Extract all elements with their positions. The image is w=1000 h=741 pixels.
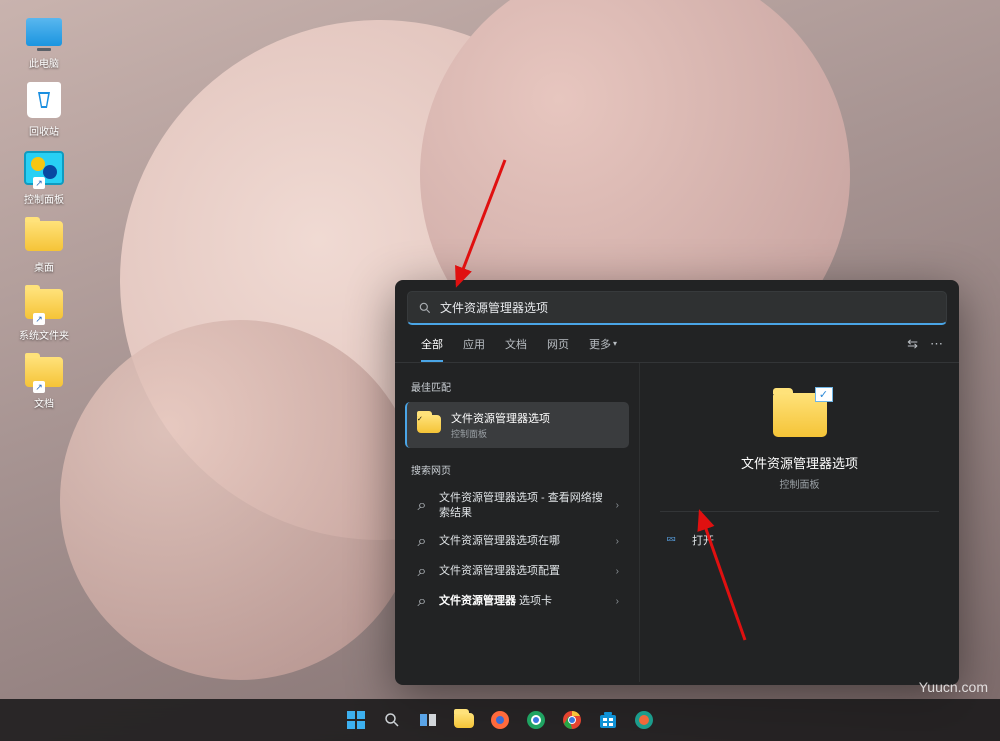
divider bbox=[660, 511, 939, 512]
preview-title: 文件资源管理器选项 bbox=[741, 453, 858, 472]
folder-options-icon: ✓ bbox=[417, 415, 441, 435]
desktop-label: 此电脑 bbox=[29, 55, 59, 70]
chevron-down-icon: ▾ bbox=[613, 339, 617, 348]
start-button[interactable] bbox=[341, 705, 371, 735]
web-result-item[interactable]: ⌕ 文件资源管理器 选项卡 › bbox=[405, 587, 629, 617]
tab-web[interactable]: 网页 bbox=[537, 325, 579, 362]
desktop-icons: 此电脑 回收站 ↗ 控制面板 桌面 ↗ 系统文件夹 ↗ 文档 bbox=[12, 12, 76, 420]
section-header-best: 最佳匹配 bbox=[411, 379, 623, 394]
tab-documents[interactable]: 文档 bbox=[495, 325, 537, 362]
taskbar bbox=[0, 699, 1000, 741]
web-result-item[interactable]: ⌕ 文件资源管理器选项配置 › bbox=[405, 557, 629, 587]
chevron-right-icon: › bbox=[616, 596, 619, 607]
search-results-list: 最佳匹配 ✓ 文件资源管理器选项 控制面板 搜索网页 ⌕ 文件资源管理器选项 -… bbox=[395, 363, 639, 682]
best-match-sub: 控制面板 bbox=[451, 427, 550, 440]
browser-icon bbox=[490, 710, 510, 730]
open-action[interactable]: ⮹ 打开 bbox=[660, 526, 939, 554]
preview-sub: 控制面板 bbox=[780, 476, 820, 491]
chevron-right-icon: › bbox=[616, 500, 619, 511]
search-preview-pane: ✓ 文件资源管理器选项 控制面板 ⮹ 打开 bbox=[639, 363, 959, 682]
search-tabs: 全部 应用 文档 网页 更多▾ ⇆ ⋯ bbox=[395, 325, 959, 363]
browser-icon bbox=[526, 710, 546, 730]
desktop-label: 桌面 bbox=[34, 259, 54, 274]
best-match-title: 文件资源管理器选项 bbox=[451, 410, 550, 426]
search-box[interactable] bbox=[407, 291, 947, 325]
search-icon: ⌕ bbox=[415, 533, 429, 551]
desktop-label: 文档 bbox=[34, 395, 54, 410]
web-result-text: 文件资源管理器选项 - 查看网络搜索结果 bbox=[439, 491, 606, 521]
folder-options-large-icon: ✓ bbox=[773, 393, 827, 437]
web-result-item[interactable]: ⌕ 文件资源管理器选项在哪 › bbox=[405, 527, 629, 557]
feedback-icon[interactable]: ⇆ bbox=[907, 336, 918, 352]
search-icon bbox=[383, 711, 401, 729]
best-match-item[interactable]: ✓ 文件资源管理器选项 控制面板 bbox=[405, 402, 629, 448]
shortcut-overlay-icon: ↗ bbox=[33, 313, 45, 325]
chrome-icon bbox=[562, 710, 582, 730]
chevron-right-icon: › bbox=[616, 536, 619, 547]
search-input[interactable] bbox=[440, 301, 936, 315]
desktop-icon-folder-documents[interactable]: ↗ 文档 bbox=[12, 352, 76, 410]
web-result-text: 文件资源管理器 选项卡 bbox=[439, 594, 606, 609]
shortcut-overlay-icon: ↗ bbox=[33, 381, 45, 393]
media-icon bbox=[634, 710, 654, 730]
desktop-icon-this-pc[interactable]: 此电脑 bbox=[12, 12, 76, 70]
desktop-icon-folder-desktop[interactable]: 桌面 bbox=[12, 216, 76, 274]
web-result-text: 文件资源管理器选项配置 bbox=[439, 564, 606, 579]
tab-more[interactable]: 更多▾ bbox=[579, 325, 627, 362]
more-options-icon[interactable]: ⋯ bbox=[930, 336, 943, 352]
task-view-button[interactable] bbox=[413, 705, 443, 735]
desktop-label: 系统文件夹 bbox=[19, 327, 69, 342]
store-icon bbox=[598, 710, 618, 730]
start-search-panel: 全部 应用 文档 网页 更多▾ ⇆ ⋯ 最佳匹配 ✓ 文件资源管理器选项 控制面… bbox=[395, 280, 959, 685]
watermark: Yuucn.com bbox=[919, 679, 988, 695]
this-pc-icon bbox=[26, 18, 62, 46]
desktop-icon-folder-system[interactable]: ↗ 系统文件夹 bbox=[12, 284, 76, 342]
task-view-icon bbox=[419, 711, 437, 729]
search-icon: ⌕ bbox=[415, 563, 429, 581]
web-result-item[interactable]: ⌕ 文件资源管理器选项 - 查看网络搜索结果 › bbox=[405, 485, 629, 527]
desktop-label: 回收站 bbox=[29, 123, 59, 138]
section-header-web: 搜索网页 bbox=[411, 462, 623, 477]
search-icon: ⌕ bbox=[415, 593, 429, 611]
open-label: 打开 bbox=[692, 532, 714, 548]
taskbar-search-button[interactable] bbox=[377, 705, 407, 735]
tab-all[interactable]: 全部 bbox=[411, 325, 453, 362]
web-result-text: 文件资源管理器选项在哪 bbox=[439, 534, 606, 549]
desktop-label: 控制面板 bbox=[24, 191, 64, 206]
taskbar-app-browser1[interactable] bbox=[485, 705, 515, 735]
search-icon bbox=[418, 301, 432, 315]
chevron-right-icon: › bbox=[616, 566, 619, 577]
taskbar-app-explorer[interactable] bbox=[449, 705, 479, 735]
windows-logo-icon bbox=[346, 710, 366, 730]
recycle-bin-icon bbox=[27, 82, 61, 118]
folder-icon bbox=[454, 713, 474, 728]
open-external-icon: ⮹ bbox=[666, 532, 682, 548]
taskbar-app-store[interactable] bbox=[593, 705, 623, 735]
desktop-icon-recycle-bin[interactable]: 回收站 bbox=[12, 80, 76, 138]
desktop-icon-control-panel[interactable]: ↗ 控制面板 bbox=[12, 148, 76, 206]
taskbar-app-chrome[interactable] bbox=[557, 705, 587, 735]
shortcut-overlay-icon: ↗ bbox=[33, 177, 45, 189]
tab-apps[interactable]: 应用 bbox=[453, 325, 495, 362]
search-icon: ⌕ bbox=[415, 497, 429, 515]
taskbar-app-browser2[interactable] bbox=[521, 705, 551, 735]
folder-icon bbox=[25, 221, 63, 251]
taskbar-app-media[interactable] bbox=[629, 705, 659, 735]
